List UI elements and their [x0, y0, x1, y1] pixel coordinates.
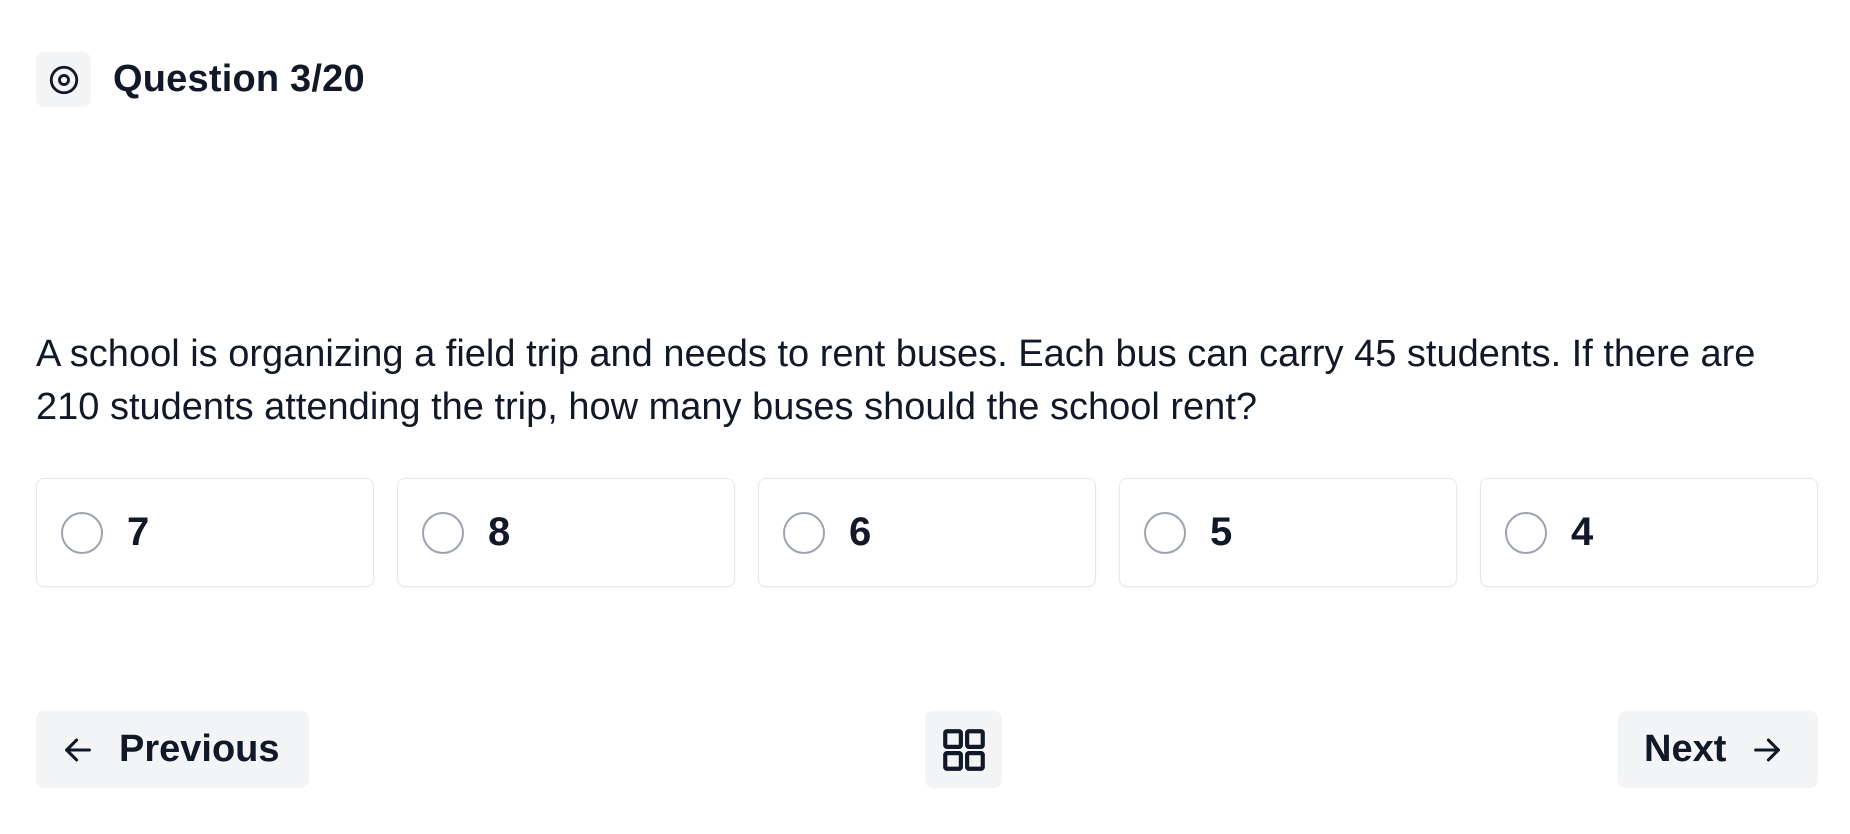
- option-label: 4: [1571, 510, 1594, 554]
- arrow-right-icon: [1750, 733, 1784, 767]
- next-button[interactable]: Next: [1618, 711, 1818, 788]
- radio-button[interactable]: [422, 511, 464, 554]
- option-card[interactable]: 4: [1480, 478, 1818, 587]
- option-label: 6: [849, 510, 872, 554]
- question-counter: Question 3/20: [113, 58, 365, 100]
- previous-label: Previous: [119, 728, 280, 770]
- radio-button[interactable]: [61, 511, 103, 554]
- option-card[interactable]: 8: [397, 478, 735, 587]
- option-card[interactable]: 7: [36, 478, 374, 587]
- radio-button[interactable]: [1144, 511, 1186, 554]
- next-label: Next: [1644, 728, 1727, 770]
- option-card[interactable]: 5: [1119, 478, 1457, 587]
- option-card[interactable]: 6: [758, 478, 1096, 587]
- radio-button[interactable]: [1505, 511, 1547, 554]
- option-label: 8: [488, 510, 511, 554]
- previous-button[interactable]: Previous: [36, 711, 309, 788]
- arrow-left-icon: [61, 733, 95, 767]
- question-grid-button[interactable]: [925, 711, 1002, 788]
- option-label: 5: [1210, 510, 1233, 554]
- radio-button[interactable]: [783, 511, 825, 554]
- target-icon: [36, 52, 91, 107]
- question-header: Question 3/20: [36, 52, 365, 107]
- grid-icon: [939, 725, 989, 775]
- answer-options: 7 8 6 5 4: [36, 478, 1818, 587]
- option-label: 7: [127, 510, 150, 554]
- question-text: A school is organizing a field trip and …: [36, 333, 1756, 428]
